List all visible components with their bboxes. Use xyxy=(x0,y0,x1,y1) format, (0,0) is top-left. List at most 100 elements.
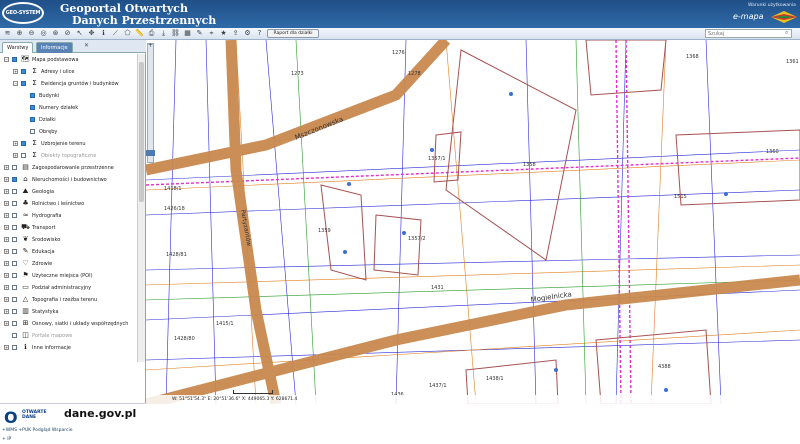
layer-checkbox[interactable] xyxy=(30,129,35,134)
layer-row[interactable]: + ♣ Rolnictwo i leśnictwo xyxy=(0,198,137,210)
layer-checkbox[interactable] xyxy=(12,57,17,62)
otwarte-dane-logo-icon[interactable]: O xyxy=(4,408,18,427)
layer-checkbox[interactable] xyxy=(12,345,17,350)
search-icon[interactable]: ⌕ xyxy=(785,29,788,37)
layer-checkbox[interactable] xyxy=(21,153,26,158)
draw-icon[interactable]: ✎ xyxy=(195,29,204,38)
expander-icon[interactable]: + xyxy=(4,237,9,242)
layer-row[interactable]: + ≈ Hydrografia xyxy=(0,210,137,222)
layer-checkbox[interactable] xyxy=(12,237,17,242)
expander-icon[interactable]: + xyxy=(4,213,9,218)
expander-icon[interactable]: + xyxy=(4,177,9,182)
parcel-label[interactable]: 1428/81 xyxy=(166,252,187,258)
layer-checkbox[interactable] xyxy=(21,69,26,74)
expander-icon[interactable]: + xyxy=(13,69,18,74)
layer-row[interactable]: + ⛰ Geologia xyxy=(0,186,137,198)
select-arrow-icon[interactable]: ↖ xyxy=(75,29,84,38)
layer-row[interactable]: − Σ Ewidencja gruntów i budynków xyxy=(0,78,137,90)
zoom-in-icon[interactable]: ⊕ xyxy=(15,29,24,38)
layer-row[interactable]: + △ Topografia i rzeźba terenu xyxy=(0,294,137,306)
layer-checkbox[interactable] xyxy=(12,333,17,338)
terms-link[interactable]: Warunki użytkowania xyxy=(748,3,796,8)
layer-row[interactable]: Obręby xyxy=(0,126,137,138)
layer-row[interactable]: + Σ Adresy i ulice xyxy=(0,66,137,78)
layer-row[interactable]: + ℹ Inne informacje xyxy=(0,342,137,354)
expander-icon[interactable]: + xyxy=(4,249,9,254)
layer-checkbox[interactable] xyxy=(12,213,17,218)
expander-icon[interactable]: − xyxy=(13,81,18,86)
expander-icon[interactable]: + xyxy=(4,261,9,266)
parcel-label[interactable]: 1358 xyxy=(523,162,536,168)
measure-icon[interactable]: ⟋ xyxy=(111,29,120,38)
link-icon[interactable]: ⛓ xyxy=(171,29,180,38)
parcel-label[interactable]: 1368 xyxy=(686,54,699,60)
layer-checkbox[interactable] xyxy=(30,117,35,122)
layer-row[interactable]: + ▤ Zagospodarowanie przestrzenne xyxy=(0,162,137,174)
parcel-label[interactable]: 1361 xyxy=(786,59,799,65)
layer-checkbox[interactable] xyxy=(12,321,17,326)
grid-icon[interactable]: ▦ xyxy=(183,29,192,38)
layer-row[interactable]: + ⛟ Transport xyxy=(0,222,137,234)
layer-checkbox[interactable] xyxy=(12,249,17,254)
area-icon[interactable]: ⬠ xyxy=(123,29,132,38)
parcel-label[interactable]: 1428/80 xyxy=(174,336,195,342)
layer-checkbox[interactable] xyxy=(12,189,17,194)
expander-icon[interactable]: + xyxy=(4,285,9,290)
parcel-label[interactable]: 1515 xyxy=(674,194,687,200)
parcel-label[interactable]: 1418/1 xyxy=(164,186,182,192)
parcel-label[interactable]: 1273 xyxy=(291,71,304,77)
layer-checkbox[interactable] xyxy=(21,81,26,86)
zoom-extent-icon[interactable]: ◎ xyxy=(39,29,48,38)
zoom-plus-icon[interactable]: + xyxy=(148,42,153,49)
pan-hand-icon[interactable]: ✥ xyxy=(87,29,96,38)
layer-row[interactable]: Budynki xyxy=(0,90,137,102)
parcel-label[interactable]: 4388 xyxy=(658,364,671,370)
print-icon[interactable]: ⎙ xyxy=(147,29,156,38)
layer-row[interactable]: + ⌂ Nieruchomości i budownictwo xyxy=(0,174,137,186)
layer-checkbox[interactable] xyxy=(12,177,17,182)
bookmark-icon[interactable]: ★ xyxy=(219,29,228,38)
layer-tree-scrollbar[interactable] xyxy=(137,54,145,362)
expander-icon[interactable]: + xyxy=(4,165,9,170)
expander-icon[interactable]: + xyxy=(4,273,9,278)
layer-checkbox[interactable] xyxy=(12,201,17,206)
parcel-label[interactable]: 1431 xyxy=(431,285,444,291)
layer-checkbox[interactable] xyxy=(12,297,17,302)
expander-icon[interactable]: + xyxy=(4,189,9,194)
search-input[interactable] xyxy=(705,29,792,38)
full-extent-icon[interactable]: ⊛ xyxy=(51,29,60,38)
settings-icon[interactable]: ⚙ xyxy=(243,29,252,38)
layers-stack-icon[interactable]: ≋ xyxy=(3,29,12,38)
layer-checkbox[interactable] xyxy=(12,165,17,170)
layer-row[interactable]: + ▥ Statystyka xyxy=(0,306,137,318)
layer-checkbox[interactable] xyxy=(12,273,17,278)
info-icon[interactable]: ℹ xyxy=(99,29,108,38)
close-icon[interactable]: ✕ xyxy=(84,42,89,49)
expander-icon[interactable]: + xyxy=(4,309,9,314)
map-svg[interactable]: Mszczonowska Mogielnicka Partyzantów 127… xyxy=(146,40,800,404)
help-icon[interactable]: ? xyxy=(255,29,264,38)
ruler-icon[interactable]: 📏 xyxy=(135,29,144,38)
layer-row[interactable]: + Σ Obiekty topograficzne xyxy=(0,150,137,162)
zoom-previous-icon[interactable]: ⊘ xyxy=(63,29,72,38)
layer-row[interactable]: + Σ Uzbrojenie terenu xyxy=(0,138,137,150)
dane-gov-link[interactable]: dane.gov.pl xyxy=(64,407,136,420)
tab-information[interactable]: Informacje xyxy=(36,42,73,53)
export-icon[interactable]: ⤓ xyxy=(159,29,168,38)
expander-icon[interactable]: + xyxy=(13,153,18,158)
layer-checkbox[interactable] xyxy=(12,225,17,230)
share-icon[interactable]: ⇪ xyxy=(231,29,240,38)
tab-layers[interactable]: Warstwy xyxy=(2,42,34,53)
parcel-label[interactable]: 1415/1 xyxy=(216,321,234,327)
geo-system-logo[interactable]: GEO-SYSTEM xyxy=(2,2,44,24)
parcel-label[interactable]: 1278 xyxy=(408,71,421,77)
parcel-report-button[interactable]: Raport dla działki xyxy=(267,29,319,38)
layer-checkbox[interactable] xyxy=(21,141,26,146)
expander-icon[interactable]: + xyxy=(4,297,9,302)
layer-row[interactable]: + ⚑ Użyteczne miejsca (POI) xyxy=(0,270,137,282)
layer-checkbox[interactable] xyxy=(30,93,35,98)
map-canvas[interactable]: Mszczonowska Mogielnicka Partyzantów 127… xyxy=(146,40,800,404)
expander-icon[interactable]: + xyxy=(13,141,18,146)
layer-row[interactable]: − 🗺 Mapa podstawowa xyxy=(0,54,137,66)
layer-row[interactable]: ◫ Portale mapowe xyxy=(0,330,137,342)
